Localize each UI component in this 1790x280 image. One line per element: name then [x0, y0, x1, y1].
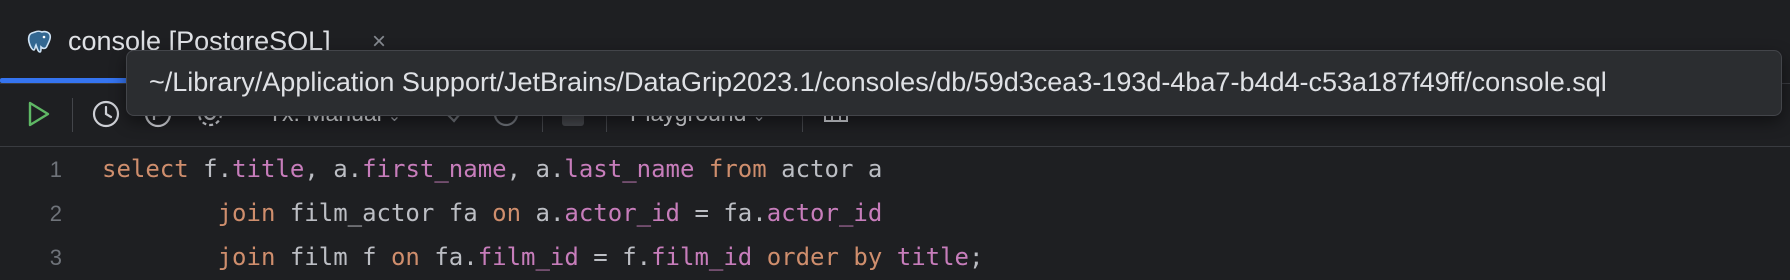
history-clock-icon[interactable]: [90, 98, 122, 130]
code-text[interactable]: join film f on fa.film_id = f.film_id or…: [102, 243, 984, 271]
sql-text: ;: [969, 243, 984, 271]
sql-text: actor a: [766, 155, 883, 183]
sql-column: last_name: [564, 155, 695, 183]
sql-column: first_name: [362, 155, 507, 183]
code-text[interactable]: join film_actor fa on a.actor_id = fa.ac…: [102, 199, 883, 227]
line-number: 3: [49, 245, 62, 270]
play-icon[interactable]: [22, 98, 54, 130]
code-line: 2 join film_actor fa on a.actor_id = fa.…: [0, 191, 1790, 235]
file-path-tooltip: ~/Library/Application Support/JetBrains/…: [126, 50, 1782, 116]
line-number: 1: [49, 157, 62, 182]
sql-text: f.: [188, 155, 233, 183]
sql-text: a.: [521, 199, 565, 227]
sql-keyword: on: [390, 243, 420, 271]
sql-keyword: order by: [766, 243, 883, 271]
sql-text: film f: [275, 243, 391, 271]
sql-column: actor_id: [564, 199, 680, 227]
line-number: 2: [49, 201, 62, 226]
code-text[interactable]: select f.title, a.first_name, a.last_nam…: [102, 155, 882, 183]
tooltip-text: ~/Library/Application Support/JetBrains/…: [149, 67, 1607, 97]
sql-column: actor_id: [766, 199, 883, 227]
sql-column: title: [896, 243, 969, 271]
code-line: 3 join film f on fa.film_id = f.film_id …: [0, 235, 1790, 279]
sql-text: fa.: [419, 243, 478, 271]
sql-text: = fa.: [680, 199, 767, 227]
sql-keyword: join: [217, 199, 276, 227]
sql-text: film_actor fa: [275, 199, 493, 227]
sql-column: title: [232, 155, 305, 183]
sql-column: film_id: [651, 243, 753, 271]
sql-column: film_id: [477, 243, 579, 271]
toolbar-divider: [72, 98, 73, 132]
postgresql-elephant-icon: [26, 28, 54, 56]
sql-text: = f.: [578, 243, 652, 271]
code-line: 1 select f.title, a.first_name, a.last_n…: [0, 147, 1790, 191]
sql-text: , a.: [506, 155, 565, 183]
sql-keyword: join: [217, 243, 276, 271]
sql-keyword: from: [708, 155, 767, 183]
sql-text: , a.: [304, 155, 363, 183]
sql-keyword: on: [492, 199, 522, 227]
sql-editor[interactable]: 1 select f.title, a.first_name, a.last_n…: [0, 147, 1790, 280]
sql-keyword: select: [102, 155, 189, 183]
